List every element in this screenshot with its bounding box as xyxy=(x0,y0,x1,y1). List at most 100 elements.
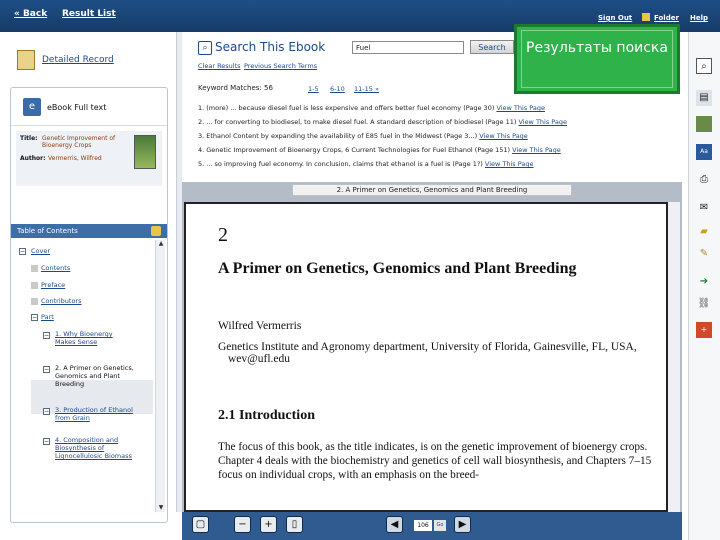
folder-icon xyxy=(642,13,650,21)
toc-item-preface[interactable]: Preface xyxy=(41,281,65,289)
results-page-1[interactable]: 1-5 xyxy=(308,85,319,93)
title-label: Title: xyxy=(20,135,38,142)
author-email: wev@ufl.edu xyxy=(228,353,291,365)
zoom-out-icon[interactable]: − xyxy=(234,516,251,533)
search-button[interactable]: Search xyxy=(470,40,514,54)
document-icon xyxy=(17,50,35,70)
detailed-record-link[interactable]: Detailed Record xyxy=(42,55,114,65)
page-icon xyxy=(31,282,38,289)
result-text: 1. (more) ... because diesel fuel is les… xyxy=(198,104,495,112)
page-scrollbar[interactable] xyxy=(668,202,680,512)
search-icon: ⌕ xyxy=(198,41,212,55)
page-tab[interactable]: 2. A Primer on Genetics, Genomics and Pl… xyxy=(292,184,572,196)
go-button[interactable]: Go xyxy=(434,520,446,531)
affiliation-text: Genetics Institute and Agronomy departme… xyxy=(218,341,637,353)
add-icon[interactable]: + xyxy=(696,322,712,338)
author-label: Author: xyxy=(20,155,46,162)
viewer-toolbar: ▢ − + ▯ ◀ 106 Go ▶ xyxy=(182,512,682,540)
folder-link[interactable]: Folder xyxy=(654,14,679,22)
zoom-in-icon[interactable]: + xyxy=(260,516,277,533)
page-icon xyxy=(31,265,38,272)
chapter-title: A Primer on Genetics, Genomics and Plant… xyxy=(218,260,577,277)
results-page-3[interactable]: 11-15 » xyxy=(354,85,379,93)
collapse-icon[interactable]: − xyxy=(19,248,26,255)
view-page-link[interactable]: View This Page xyxy=(512,146,561,154)
permalink-icon[interactable]: ⛓ xyxy=(696,296,712,312)
clear-results-link[interactable]: Clear Results xyxy=(198,62,241,70)
section-body: The focus of this book, as the title ind… xyxy=(218,441,652,481)
fit-page-icon[interactable]: ▯ xyxy=(286,516,303,533)
toc-item-cover[interactable]: Cover xyxy=(31,247,50,255)
ebook-full-text-label: eBook Full text xyxy=(47,103,107,112)
keyword-matches: Keyword Matches: 56 xyxy=(198,84,273,92)
results-page-2[interactable]: 6-10 xyxy=(330,85,345,93)
image-icon[interactable] xyxy=(696,116,712,132)
section-heading: 2.1 Introduction xyxy=(218,408,315,423)
view-page-link[interactable]: View This Page xyxy=(518,118,567,126)
sign-out-link[interactable]: Sign Out xyxy=(598,14,632,22)
view-page-link[interactable]: View This Page xyxy=(485,160,534,168)
toc-list: − Cover Contents Preface Contributors − … xyxy=(11,240,153,512)
toc-scrollbar[interactable]: ▲ ▼ xyxy=(155,240,165,512)
chapter-number: 2 xyxy=(218,224,228,246)
fullscreen-icon[interactable]: ▢ xyxy=(192,516,209,533)
back-link[interactable]: « Back xyxy=(14,9,47,19)
collapse-icon[interactable]: − xyxy=(43,332,50,339)
result-text: 2. ... for converting to biodiesel, to m… xyxy=(198,118,517,126)
page-viewer: 2. A Primer on Genetics, Genomics and Pl… xyxy=(182,182,682,512)
collapse-icon[interactable]: − xyxy=(43,408,50,415)
print-icon[interactable]: ⎙ xyxy=(696,172,712,188)
email-icon[interactable]: ✉ xyxy=(696,200,712,216)
previous-page-icon[interactable]: ◀ xyxy=(386,516,403,533)
result-list-link[interactable]: Result List xyxy=(62,9,116,19)
save-folder-icon[interactable]: ▰ xyxy=(696,224,712,240)
page-number-input[interactable]: 106 xyxy=(414,520,432,531)
toc-item-part[interactable]: Part xyxy=(41,313,54,321)
toc-header: Table of Contents xyxy=(11,224,167,238)
result-item: 2. ... for converting to biodiesel, to m… xyxy=(198,118,567,126)
book-author: Vermerris, Wilfred xyxy=(48,155,102,162)
next-page-icon[interactable]: ▶ xyxy=(454,516,471,533)
dictionary-icon[interactable]: Aa xyxy=(696,144,712,160)
page-icon xyxy=(31,298,38,305)
result-text: 3. Ethanol Content by expanding the avai… xyxy=(198,132,478,140)
ebook-icon: e xyxy=(23,98,41,116)
book-cover-image[interactable] xyxy=(134,135,156,169)
view-page-link[interactable]: View This Page xyxy=(479,132,528,140)
view-page-link[interactable]: View This Page xyxy=(496,104,545,112)
book-title: Genetic Improvement of Bioenergy Crops xyxy=(42,135,116,149)
toc-item-chapter-4[interactable]: 4. Composition and Biosynthesis of Ligno… xyxy=(55,436,141,460)
thumbnail-icon[interactable]: ▤ xyxy=(696,90,712,106)
scroll-down-icon[interactable]: ▼ xyxy=(157,504,165,512)
result-item: 1. (more) ... because diesel fuel is les… xyxy=(198,104,545,112)
collapse-icon[interactable]: − xyxy=(31,314,38,321)
callout-border xyxy=(521,30,673,88)
collapse-icon[interactable]: − xyxy=(43,366,50,373)
export-icon[interactable]: ➔ xyxy=(696,274,712,290)
left-pane: Detailed Record e eBook Full text Title:… xyxy=(0,32,176,540)
previous-search-terms-link[interactable]: Previous Search Terms xyxy=(244,62,317,70)
chapter-author: Wilfred Vermerris xyxy=(218,320,302,332)
result-text: 5. ... so improving fuel economy. In con… xyxy=(198,160,483,168)
toc-item-chapter-2[interactable]: 2. A Primer on Genetics, Genomics and Pl… xyxy=(55,364,139,388)
notes-icon[interactable]: ✎ xyxy=(696,246,712,262)
annotation-callout: Результаты поиска xyxy=(514,24,680,94)
toc-item-chapter-3[interactable]: 3. Production of Ethanol from Grain xyxy=(55,406,139,422)
book-page: 2 A Primer on Genetics, Genomics and Pla… xyxy=(184,202,668,512)
toc-item-chapter-1[interactable]: 1. Why Bioenergy Makes Sense xyxy=(55,330,129,346)
toc-item-contributors[interactable]: Contributors xyxy=(41,297,82,305)
collapse-icon[interactable]: − xyxy=(43,438,50,445)
scroll-up-icon[interactable]: ▲ xyxy=(157,240,165,248)
result-item: 4. Genetic Improvement of Bioenergy Crop… xyxy=(198,146,561,154)
tools-bar: ⌕ ▤ Aa ⎙ ✉ ▰ ✎ ➔ ⛓ + xyxy=(688,32,720,540)
help-link[interactable]: Help xyxy=(690,14,708,22)
toc-panel: e eBook Full text Title: Genetic Improve… xyxy=(10,87,168,523)
toc-title: Table of Contents xyxy=(17,227,78,235)
result-item: 3. Ethanol Content by expanding the avai… xyxy=(198,132,528,140)
search-input[interactable]: Fuel xyxy=(352,41,464,54)
book-info: Title: Genetic Improvement of Bioenergy … xyxy=(16,131,162,186)
toc-item-contents[interactable]: Contents xyxy=(41,264,70,272)
search-within-icon[interactable]: ⌕ xyxy=(696,58,712,74)
pin-icon[interactable] xyxy=(151,226,161,236)
result-item: 5. ... so improving fuel economy. In con… xyxy=(198,160,534,168)
